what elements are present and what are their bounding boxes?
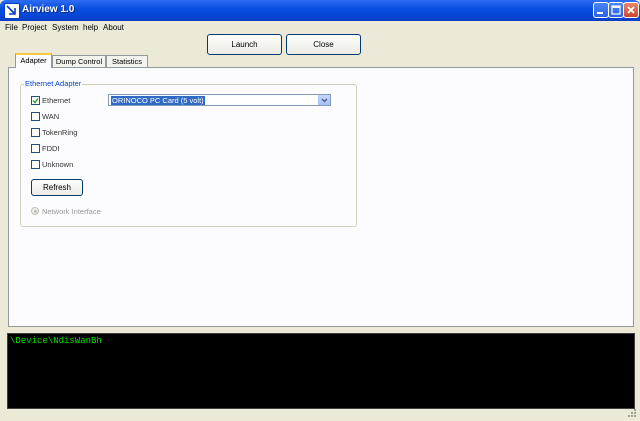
minimize-icon[interactable] <box>593 2 609 18</box>
ethernet-label: Ethernet <box>42 96 71 105</box>
console-text: \Device\NdisWanBh <box>10 336 102 346</box>
tokenring-label: TokenRing <box>42 128 78 137</box>
fddi-checkbox[interactable] <box>31 144 40 153</box>
tab-dump-control[interactable]: Dump Control <box>52 55 106 67</box>
maximize-icon[interactable] <box>608 2 624 18</box>
ethernet-checkbox[interactable] <box>31 96 40 105</box>
close-icon[interactable] <box>623 2 639 18</box>
menu-bar: File Project System help About <box>0 21 640 35</box>
app-icon <box>4 3 20 19</box>
console-output[interactable]: \Device\NdisWanBh <box>7 333 635 409</box>
unknown-label: Unknown <box>42 160 74 169</box>
resize-grip-icon[interactable] <box>627 408 637 418</box>
adapter-select[interactable]: ORINOCO PC Card (5 volt) <box>108 94 331 106</box>
refresh-button[interactable]: Refresh <box>31 179 83 196</box>
group-title: Ethernet Adapter <box>24 79 83 88</box>
menu-system[interactable]: System <box>52 23 79 32</box>
network-interface-label: Network Interface <box>42 207 101 216</box>
network-interface-radio[interactable] <box>31 207 39 215</box>
tokenring-checkbox[interactable] <box>31 128 40 137</box>
close-button[interactable]: Close <box>286 34 361 55</box>
tab-statistics[interactable]: Statistics <box>106 55 148 67</box>
wan-checkbox[interactable] <box>31 112 40 121</box>
menu-about[interactable]: About <box>103 23 124 32</box>
menu-file[interactable]: File <box>5 23 18 32</box>
menu-project[interactable]: Project <box>22 23 47 32</box>
unknown-checkbox[interactable] <box>31 160 40 169</box>
adapter-select-value: ORINOCO PC Card (5 volt) <box>111 96 205 105</box>
tab-adapter[interactable]: Adapter <box>15 53 52 68</box>
chevron-down-icon[interactable] <box>318 95 330 105</box>
launch-button[interactable]: Launch <box>207 34 282 55</box>
title-bar[interactable]: Airview 1.0 <box>0 0 640 21</box>
menu-help[interactable]: help <box>83 23 98 32</box>
wan-label: WAN <box>42 112 60 121</box>
window-title: Airview 1.0 <box>22 4 75 15</box>
fddi-label: FDDI <box>42 144 60 153</box>
